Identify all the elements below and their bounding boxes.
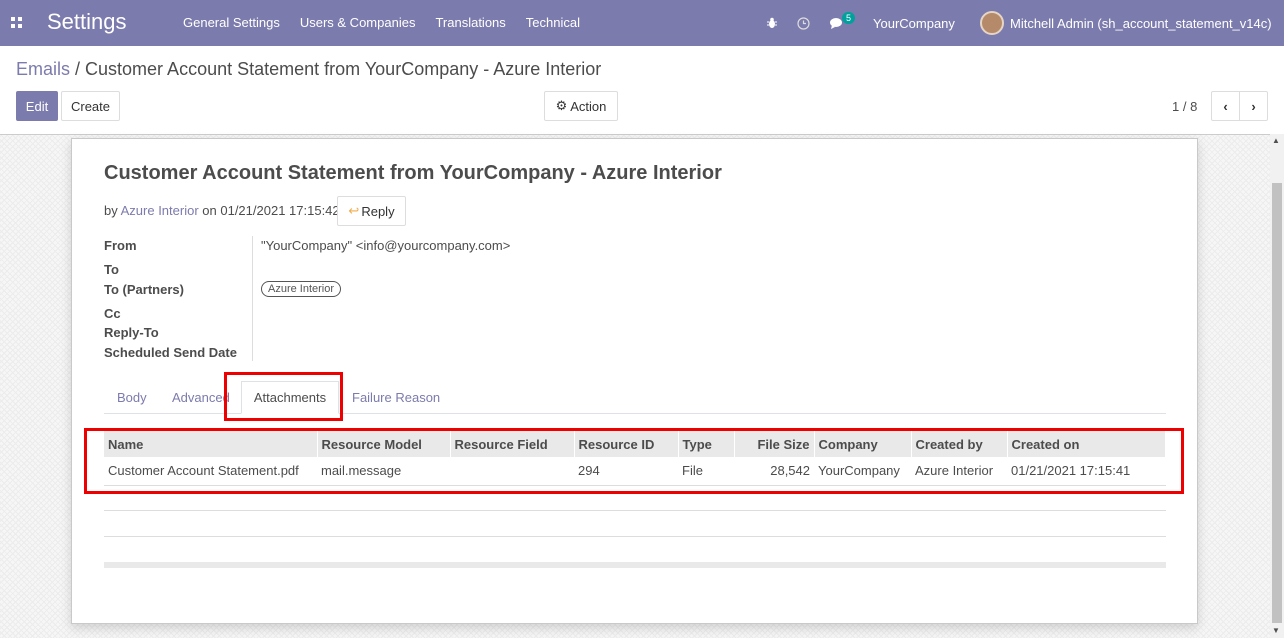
- empty-row-divider: [104, 536, 1166, 537]
- breadcrumb-emails[interactable]: Emails: [16, 59, 70, 79]
- chevron-left-icon: ‹: [1223, 98, 1228, 114]
- apps-icon[interactable]: [11, 17, 23, 29]
- tab-body[interactable]: Body: [117, 390, 147, 405]
- menu-translations[interactable]: Translations: [435, 15, 505, 30]
- reply-to-label: Reply-To: [104, 325, 159, 340]
- tab-failure-reason[interactable]: Failure Reason: [352, 390, 440, 405]
- reply-icon: ↩: [348, 203, 360, 218]
- message-date: on 01/21/2021 17:15:42: [198, 203, 340, 218]
- pager-value[interactable]: 1 / 8: [1172, 99, 1197, 114]
- user-menu[interactable]: Mitchell Admin (sh_account_statement_v14…: [980, 0, 1272, 46]
- partner-tag[interactable]: Azure Interior: [261, 281, 342, 297]
- message-byline: by Azure Interior on 01/21/2021 17:15:42: [104, 203, 340, 218]
- to-label: To: [104, 262, 119, 277]
- message-title: Customer Account Statement from YourComp…: [104, 162, 722, 184]
- company-switcher[interactable]: YourCompany: [873, 0, 955, 46]
- author-link[interactable]: Azure Interior: [121, 203, 199, 218]
- main-menu: General Settings Users & Companies Trans…: [183, 15, 600, 30]
- scroll-down-icon[interactable]: ▼: [1272, 626, 1280, 635]
- scheduled-send-date-label: Scheduled Send Date: [104, 345, 237, 360]
- pager-previous-button[interactable]: ‹: [1211, 91, 1240, 121]
- from-value: "YourCompany" <info@yourcompany.com>: [261, 238, 511, 253]
- user-name: Mitchell Admin (sh_account_statement_v14…: [1010, 15, 1272, 31]
- top-navbar: Settings General Settings Users & Compan…: [0, 0, 1284, 46]
- by-label: by: [104, 203, 121, 218]
- table-footer: [104, 562, 1166, 568]
- action-label: Action: [570, 98, 607, 114]
- pager-next-button[interactable]: ›: [1239, 91, 1268, 121]
- menu-technical[interactable]: Technical: [526, 15, 580, 30]
- scroll-up-icon[interactable]: ▲: [1272, 136, 1280, 145]
- chevron-right-icon: ›: [1251, 98, 1256, 114]
- breadcrumb: Emails / Customer Account Statement from…: [16, 59, 601, 80]
- breadcrumb-current: Customer Account Statement from YourComp…: [85, 59, 602, 79]
- attachments-tab-highlight: [224, 372, 343, 421]
- empty-row-divider: [104, 510, 1166, 511]
- action-button[interactable]: ⚙ Action: [544, 91, 618, 121]
- from-label: From: [104, 238, 137, 253]
- app-title[interactable]: Settings: [47, 9, 127, 35]
- gear-icon: ⚙: [555, 98, 568, 113]
- clock-icon[interactable]: [797, 0, 810, 46]
- reply-button[interactable]: ↩ Reply: [337, 196, 406, 226]
- breadcrumb-separator: /: [70, 59, 86, 79]
- avatar: [980, 11, 1004, 35]
- bug-icon[interactable]: [766, 0, 778, 46]
- menu-users-companies[interactable]: Users & Companies: [300, 15, 416, 30]
- to-partners-label: To (Partners): [104, 282, 184, 297]
- field-separator: [252, 236, 253, 361]
- create-button[interactable]: Create: [61, 91, 120, 121]
- table-highlight: [84, 428, 1184, 494]
- edit-button[interactable]: Edit: [16, 91, 58, 121]
- scrollbar-thumb[interactable]: [1272, 183, 1282, 623]
- reply-label: Reply: [361, 203, 395, 219]
- chat-icon[interactable]: [830, 0, 845, 46]
- menu-general-settings[interactable]: General Settings: [183, 15, 280, 30]
- tab-advanced[interactable]: Advanced: [172, 390, 230, 405]
- cc-label: Cc: [104, 306, 121, 321]
- chat-badge: 5: [842, 12, 856, 24]
